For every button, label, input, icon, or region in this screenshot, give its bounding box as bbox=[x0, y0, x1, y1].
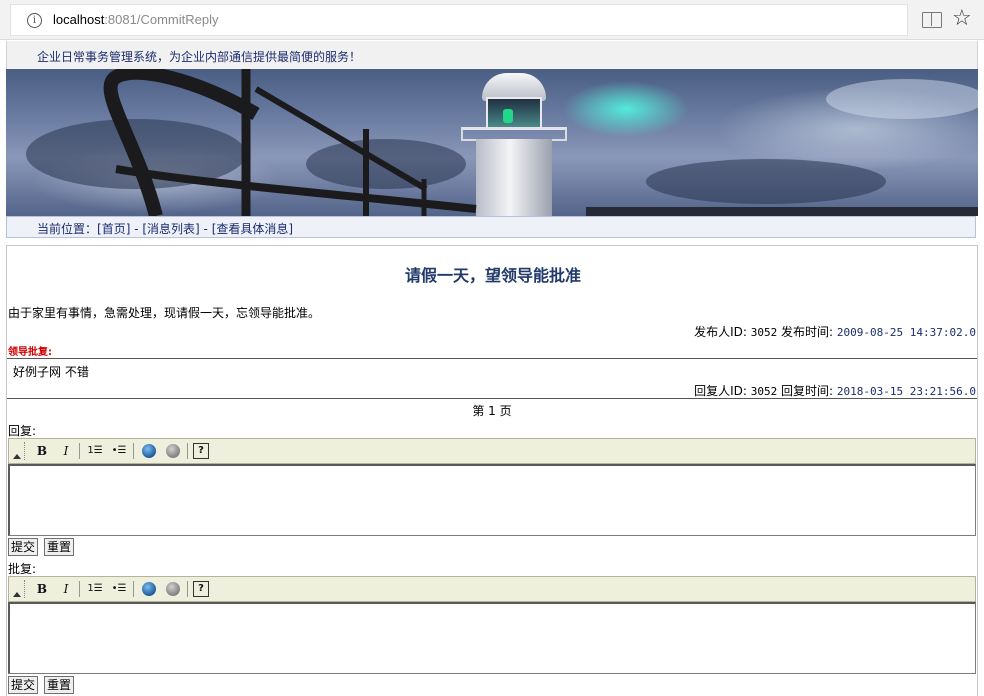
approve-reset-button[interactable]: 重置 bbox=[44, 676, 75, 694]
reply-time-label: 回复时间: bbox=[781, 384, 834, 398]
divider bbox=[7, 358, 977, 359]
reply-editor-input[interactable] bbox=[8, 464, 976, 536]
url-path: :8081/CommitReply bbox=[104, 12, 219, 27]
favorite-star-icon[interactable]: ☆ bbox=[952, 7, 972, 31]
approve-editor-toolbar: B I 1☰ •☰ ? bbox=[8, 576, 976, 602]
message-title: 请假一天，望领导能批准 bbox=[404, 266, 581, 285]
breadcrumb-separator: - bbox=[199, 222, 212, 236]
ordered-list-icon[interactable]: 1☰ bbox=[85, 580, 105, 598]
publish-time: 2009-08-25 14:37:02.0 bbox=[836, 326, 976, 339]
breadcrumb-message-list-link[interactable]: [消息列表] bbox=[142, 222, 199, 236]
bold-icon[interactable]: B bbox=[32, 442, 52, 460]
address-bar[interactable]: i localhost:8081/CommitReply bbox=[10, 4, 908, 36]
italic-icon[interactable]: I bbox=[56, 580, 76, 598]
toolbar-separator bbox=[187, 443, 188, 459]
replier-id: 3052 bbox=[750, 385, 778, 398]
browser-toolbar: i localhost:8081/CommitReply ☆ bbox=[0, 0, 984, 40]
reply-time: 2018-03-15 23:21:56.0 bbox=[836, 385, 976, 398]
breadcrumb-separator: - bbox=[130, 222, 143, 236]
italic-icon[interactable]: I bbox=[56, 442, 76, 460]
help-icon[interactable]: ? bbox=[193, 443, 209, 459]
toolbar-grip bbox=[24, 580, 26, 598]
publisher-label: 发布人ID: bbox=[694, 325, 747, 339]
approve-submit-button[interactable]: 提交 bbox=[8, 676, 39, 694]
url-text[interactable]: localhost:8081/CommitReply bbox=[53, 12, 218, 27]
publisher-id: 3052 bbox=[750, 326, 778, 339]
toolbar-separator bbox=[187, 581, 188, 597]
unordered-list-icon[interactable]: •☰ bbox=[109, 580, 129, 598]
reply-submit-button[interactable]: 提交 bbox=[8, 538, 39, 556]
reading-view-icon[interactable] bbox=[922, 12, 942, 28]
approve-form-label: 批复: bbox=[8, 562, 37, 576]
toolbar-grip bbox=[24, 442, 26, 460]
breadcrumb-home-link[interactable]: [首页] bbox=[97, 222, 130, 236]
reply-reset-button[interactable]: 重置 bbox=[44, 538, 75, 556]
breadcrumb-bar: 当前位置：[首页] - [消息列表] - [查看具体消息] bbox=[6, 216, 976, 238]
url-host: localhost bbox=[53, 12, 105, 27]
toolbar-separator bbox=[133, 581, 134, 597]
site-info-icon[interactable]: i bbox=[27, 13, 42, 28]
approval-label: 领导批复: bbox=[8, 347, 52, 358]
header-banner-image bbox=[6, 69, 978, 216]
publish-time-label: 发布时间: bbox=[781, 325, 834, 339]
remove-link-icon[interactable] bbox=[163, 442, 183, 460]
collapse-icon[interactable] bbox=[12, 581, 22, 597]
message-body: 由于家里有事情，急需处理，现请假一天，忘领导能批准。 bbox=[8, 306, 321, 320]
collapse-icon[interactable] bbox=[12, 443, 22, 459]
breadcrumb: 当前位置：[首页] - [消息列表] - [查看具体消息] bbox=[37, 220, 293, 237]
page-indicator: 第 1 页 bbox=[472, 404, 512, 418]
site-slogan: 企业日常事务管理系统，为企业内部通信提供最简便的服务！ bbox=[37, 50, 362, 64]
replier-label: 回复人ID: bbox=[694, 384, 747, 398]
reply-editor-toolbar: B I 1☰ •☰ ? bbox=[8, 438, 976, 464]
insert-link-icon[interactable] bbox=[139, 442, 159, 460]
message-detail-panel: 请假一天，望领导能批准 由于家里有事情，急需处理，现请假一天，忘领导能批准。 发… bbox=[6, 245, 978, 696]
reply-form-label: 回复: bbox=[8, 424, 37, 438]
railing-graphic bbox=[103, 69, 477, 216]
toolbar-separator bbox=[79, 443, 80, 459]
top-strip: 企业日常事务管理系统，为企业内部通信提供最简便的服务！ bbox=[6, 41, 978, 69]
message-meta: 发布人ID: 3052 发布时间: 2009-08-25 14:37:02.0 bbox=[694, 323, 976, 340]
divider bbox=[7, 398, 977, 399]
toolbar-separator bbox=[133, 443, 134, 459]
unordered-list-icon[interactable]: •☰ bbox=[109, 442, 129, 460]
breadcrumb-prefix: 当前位置： bbox=[37, 222, 98, 236]
approve-editor-input[interactable] bbox=[8, 602, 976, 674]
ordered-list-icon[interactable]: 1☰ bbox=[85, 442, 105, 460]
help-icon[interactable]: ? bbox=[193, 581, 209, 597]
remove-link-icon[interactable] bbox=[163, 580, 183, 598]
reply-meta: 回复人ID: 3052 回复时间: 2018-03-15 23:21:56.0 bbox=[694, 382, 976, 399]
breadcrumb-message-detail-link[interactable]: [查看具体消息] bbox=[212, 222, 293, 236]
reply-body: 好例子网 不错 bbox=[13, 365, 89, 379]
toolbar-separator bbox=[79, 581, 80, 597]
bold-icon[interactable]: B bbox=[32, 580, 52, 598]
insert-link-icon[interactable] bbox=[139, 580, 159, 598]
